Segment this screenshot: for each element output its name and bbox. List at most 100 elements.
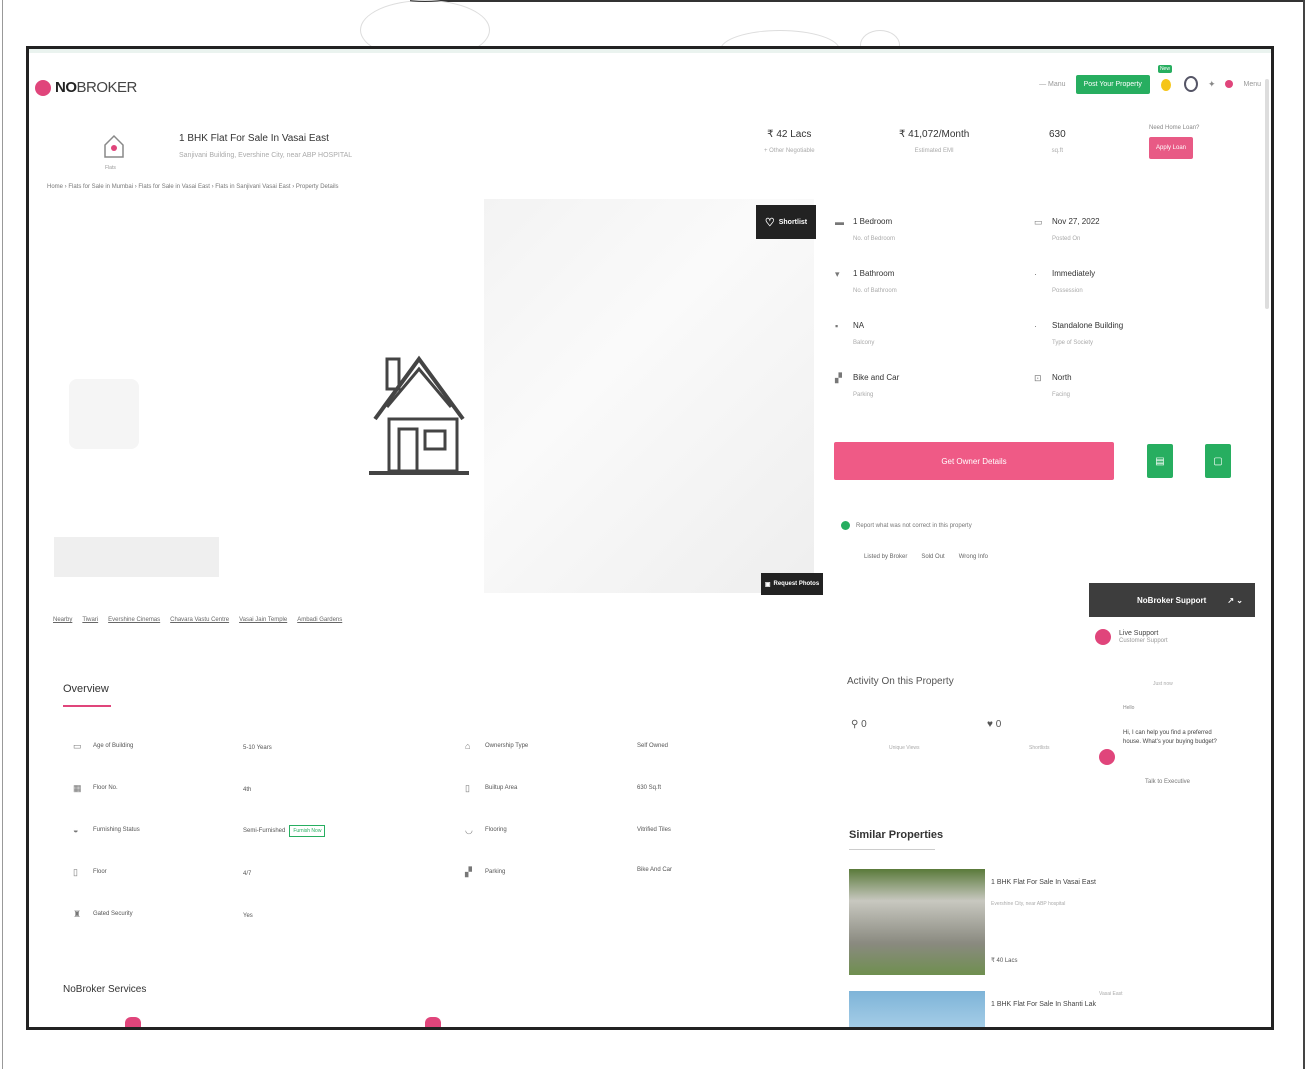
report-tags: Listed by Broker Sold Out Wrong Info <box>864 554 988 560</box>
report-row[interactable]: Report what was not correct in this prop… <box>841 521 972 530</box>
detail-value: NA <box>853 321 865 330</box>
overview-label: Age of Building <box>93 743 134 749</box>
report-tag[interactable]: Listed by Broker <box>864 554 907 560</box>
nearby-item[interactable]: Evershine Cinemas <box>108 617 160 623</box>
support-hello: Hello <box>1123 705 1135 711</box>
furnish-now-button[interactable]: Furnish Now <box>289 825 326 837</box>
shortlist-label: Shortlist <box>778 218 808 226</box>
flat-type-label: Flats <box>105 165 116 171</box>
report-tag[interactable]: Wrong Info <box>959 554 988 560</box>
no-photo-house-icon <box>369 355 469 475</box>
overview-label: Floor <box>93 869 107 875</box>
get-owner-details-button[interactable]: Get Owner Details <box>834 442 1114 480</box>
area-label: sq.ft <box>1051 148 1064 154</box>
parking-icon: ▞ <box>465 867 472 877</box>
detail-value: Standalone Building <box>1052 321 1124 330</box>
support-time: Just now <box>1153 681 1173 687</box>
area-value: 630 <box>1049 129 1066 140</box>
shortlists-label: Shortlists <box>1029 745 1050 751</box>
detail-label: No. of Bathroom <box>853 288 897 294</box>
camera-icon: ▣ <box>764 581 771 588</box>
service-icon[interactable] <box>425 1017 441 1027</box>
similar-property-image[interactable] <box>849 869 985 975</box>
nearby-item[interactable]: Tiwari <box>82 617 98 623</box>
notification-icon[interactable]: ✦ <box>1208 79 1216 90</box>
similar-property-title[interactable]: 1 BHK Flat For Sale In Vasai East <box>991 879 1096 886</box>
gallery-thumb-blur <box>69 379 139 449</box>
property-title: 1 BHK Flat For Sale In Vasai East <box>179 133 329 144</box>
detail-possession: · Immediately Possession <box>1034 269 1095 294</box>
gallery-main-image[interactable] <box>484 199 814 593</box>
post-property-button[interactable]: Post Your Property <box>1075 74 1150 94</box>
calendar-icon: ▭ <box>1034 217 1043 227</box>
scan-edge-left <box>2 0 3 1069</box>
car-icon: ▞ <box>835 373 842 383</box>
area-block: 630 sq.ft <box>1049 129 1066 154</box>
header-actions: — Manu Post Your Property New ✦ Menu <box>1039 65 1261 95</box>
service-icon[interactable] <box>125 1017 141 1027</box>
scan-frame: NOBROKER — Manu Post Your Property New ✦… <box>0 0 1307 1069</box>
nearby-item[interactable]: Chavara Vastu Centre <box>170 617 229 623</box>
similar-property-image[interactable] <box>849 991 985 1027</box>
detail-value: 1 Bedroom <box>853 217 893 226</box>
nearby-item[interactable]: Vasai Jain Temple <box>239 617 287 623</box>
scan-edge-right <box>1303 0 1305 1069</box>
nearby-item[interactable]: Nearby <box>53 617 72 623</box>
live-support-row[interactable]: Live Support Customer Support <box>1095 629 1168 645</box>
nobroker-logo[interactable]: NOBROKER <box>35 79 137 96</box>
similar-property-title[interactable]: 1 BHK Flat For Sale In Shanti Lak <box>991 1001 1096 1008</box>
bed-icon: ▬ <box>835 217 844 227</box>
talk-executive-link[interactable]: Talk to Executive <box>1145 779 1190 785</box>
overview-underline <box>63 705 111 707</box>
chat-icon: ▢ <box>1213 455 1223 467</box>
detail-value: Immediately <box>1052 269 1096 278</box>
views-count: ⚲ 0 <box>851 719 867 730</box>
overview-value: Self Owned <box>637 743 669 749</box>
sofa-icon: ◒ <box>73 825 79 835</box>
detail-value: Nov 27, 2022 <box>1052 217 1100 226</box>
overview-value: Yes <box>243 913 253 919</box>
report-tag[interactable]: Sold Out <box>921 554 944 560</box>
overview-row: ◡ Flooring <box>465 825 507 835</box>
user-icon[interactable] <box>1183 76 1198 92</box>
scrollbar[interactable] <box>1265 79 1269 309</box>
gallery-caption-blur <box>54 537 219 577</box>
overview-row: ⌂ Ownership Type <box>465 741 528 751</box>
new-feature-badge[interactable]: New <box>1157 65 1174 95</box>
overview-row: ▦ Floor No. <box>73 783 118 793</box>
logo-mark-icon <box>35 79 51 96</box>
chat-button[interactable]: ▢ <box>1205 444 1231 478</box>
emi-value: ₹ 41,072/Month <box>899 129 970 140</box>
schedule-visit-button[interactable]: ▤ <box>1147 444 1173 478</box>
overview-label: Ownership Type <box>485 743 529 749</box>
furnishing-value: Semi-Furnished <box>243 828 286 834</box>
breadcrumb[interactable]: Home › Flats for Sale in Mumbai › Flats … <box>47 184 339 190</box>
shortlist-button[interactable]: ♡ Shortlist <box>756 205 816 239</box>
overview-value: 630 Sq.ft <box>637 785 662 791</box>
views-value: 0 <box>861 719 867 730</box>
apply-loan-button[interactable]: Apply Loan <box>1149 137 1193 159</box>
property-title-block: 1 BHK Flat For Sale In Vasai East Sanjiv… <box>179 133 352 159</box>
overview-label: Gated Security <box>93 911 133 917</box>
detail-balcony: ▪ NA Balcony <box>835 321 874 346</box>
gas-icon: ♜ <box>73 909 82 919</box>
heart-icon: ♡ <box>764 216 775 229</box>
report-text: Report what was not correct in this prop… <box>856 522 972 529</box>
detail-label: Posted On <box>1052 236 1081 242</box>
expand-icon[interactable]: ↗ ⌄ <box>1227 596 1243 605</box>
detail-label: Possession <box>1052 288 1083 294</box>
request-photos-button[interactable]: ▣ Request Photos <box>761 573 823 595</box>
overview-value: 4/7 <box>243 871 252 877</box>
notification-dot <box>1225 80 1234 88</box>
overview-label: Furnishing Status <box>93 827 140 833</box>
overview-label: Builtup Area <box>485 785 518 791</box>
support-header[interactable]: NoBroker Support ↗ ⌄ <box>1089 583 1255 617</box>
header-search-hint[interactable]: — Manu <box>1039 81 1065 88</box>
menu-button[interactable]: Menu <box>1243 81 1261 88</box>
scan-edge-top <box>410 0 1305 2</box>
nearby-item[interactable]: Ambadi Gardens <box>297 617 342 623</box>
property-address: Sanjivani Building, Evershine City, near… <box>179 152 353 159</box>
browser-screen: NOBROKER — Manu Post Your Property New ✦… <box>26 46 1274 1030</box>
overview-row: ♜ Gated Security <box>73 909 133 919</box>
building-age-icon: ▭ <box>73 741 82 751</box>
